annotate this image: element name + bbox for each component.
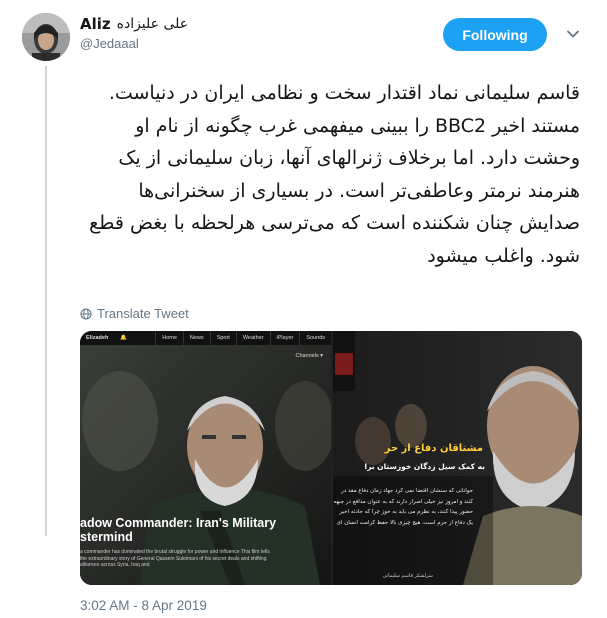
bbc-nav-item: iPlayer	[269, 331, 300, 345]
media-grid: Elizadeh 🔔 Home News Sport Weather iPlay…	[80, 331, 582, 585]
author-name-fa[interactable]: علی علیزاده	[117, 16, 189, 32]
bbc-nav-brand: Elizadeh	[86, 335, 109, 341]
translate-tweet-label[interactable]: Translate Tweet	[97, 306, 189, 321]
tweet-text: قاسم سلیمانی نماد اقتدار سخت و نظامی ایر…	[89, 82, 580, 267]
chevron-down-icon[interactable]	[565, 26, 581, 42]
author-handle[interactable]: @Jedaaal	[80, 36, 139, 51]
bbc-nav-item: News	[182, 331, 210, 345]
poster-body: جوانانی که سنشان اقتضا نمی کرد جهاد زمان…	[333, 488, 473, 526]
bbc-programme-description: a commander has dominated the brutal str…	[80, 549, 270, 568]
globe-icon	[80, 307, 92, 320]
bbc-photo	[80, 331, 331, 585]
bbc-nav-item: Sounds	[299, 331, 331, 345]
bbc-programme-title: adow Commander: Iran's Military stermind	[80, 516, 277, 544]
tweet-timestamp[interactable]: 3:02 AM - 8 Apr 2019	[80, 598, 207, 613]
bbc-nav-item: Weather	[235, 331, 270, 345]
media-image-poster[interactable]: مشتاقان دفاع از حر به کمک سیل زدگان خوزس…	[333, 331, 582, 585]
poster-title: مشتاقان دفاع از حر	[384, 443, 483, 454]
poster-signature: سرلشکر قاسم سلیمانی	[382, 573, 433, 579]
avatar[interactable]	[22, 13, 70, 61]
author-name[interactable]: Aliz	[80, 15, 111, 33]
bbc-nav-item: Home	[155, 331, 183, 345]
author-name-row[interactable]: Aliz علی علیزاده	[80, 15, 188, 33]
avatar-image	[22, 13, 70, 61]
bbc-nav-item: Sport	[209, 331, 236, 345]
bbc-channels: Channels ▾	[295, 353, 323, 359]
poster-subtitle: به کمک سیل زدگان خوزستان برا	[364, 462, 486, 471]
translate-tweet-link[interactable]: Translate Tweet	[80, 306, 189, 321]
following-button[interactable]: Following	[443, 18, 547, 51]
bbc-navbar: Elizadeh 🔔 Home News Sport Weather iPlay…	[80, 331, 331, 345]
poster-photo	[333, 331, 582, 585]
media-image-bbc[interactable]: Elizadeh 🔔 Home News Sport Weather iPlay…	[80, 331, 331, 585]
bbc-nav-bell: 🔔	[120, 335, 128, 341]
thread-line	[45, 66, 47, 536]
